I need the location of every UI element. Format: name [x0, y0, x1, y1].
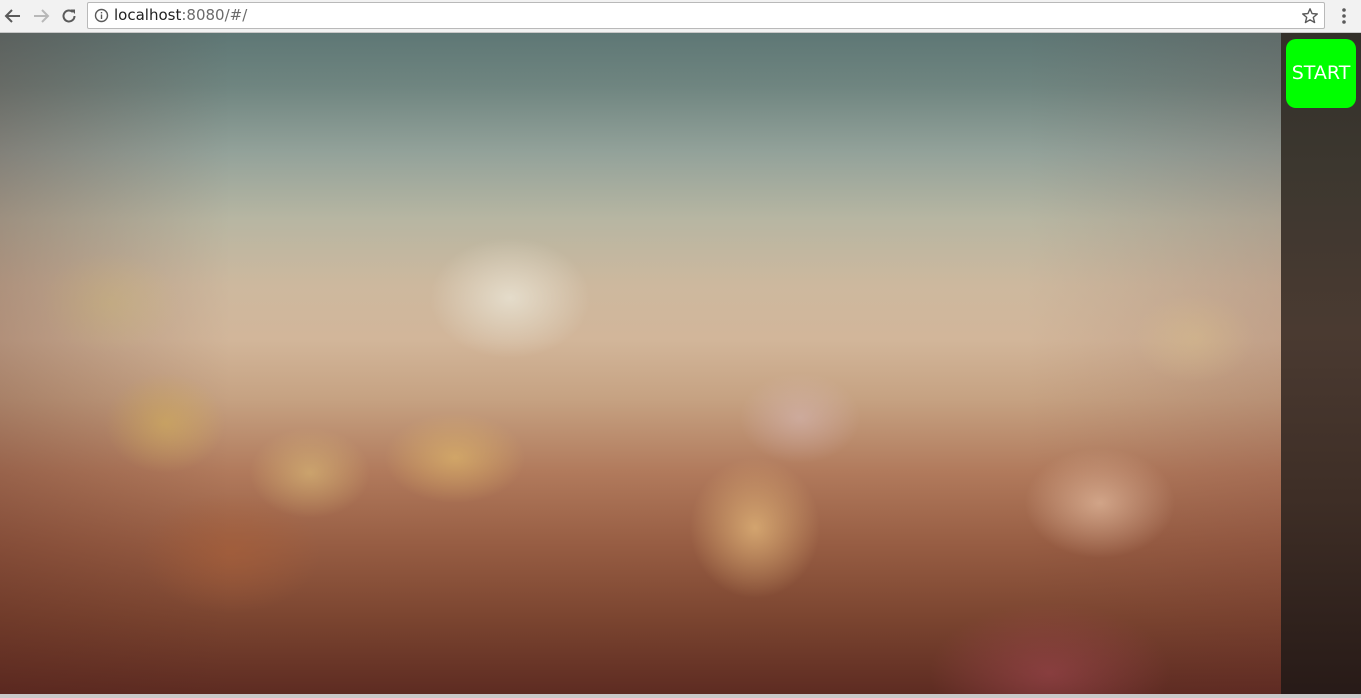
start-button[interactable]: START — [1286, 39, 1356, 108]
url-host: localhost — [114, 6, 182, 24]
reload-icon — [62, 9, 76, 23]
background-overlay — [0, 33, 1281, 698]
kebab-menu-icon — [1342, 8, 1346, 24]
url-path: :8080/#/ — [181, 6, 248, 24]
side-panel: START — [1281, 33, 1361, 698]
star-icon[interactable] — [1301, 7, 1319, 25]
reload-button[interactable] — [58, 5, 80, 27]
back-arrow-icon — [4, 9, 20, 23]
browser-toolbar: localhost:8080/#/ — [0, 0, 1361, 33]
info-icon[interactable] — [94, 8, 109, 23]
forward-arrow-icon — [34, 9, 50, 23]
address-bar[interactable]: localhost:8080/#/ — [87, 2, 1325, 29]
browser-menu-button[interactable] — [1334, 5, 1354, 27]
back-button[interactable] — [2, 5, 24, 27]
bottom-strip — [0, 694, 1361, 698]
forward-button[interactable] — [30, 5, 52, 27]
url-text[interactable]: localhost:8080/#/ — [114, 6, 247, 25]
page-viewport: START — [0, 33, 1361, 698]
